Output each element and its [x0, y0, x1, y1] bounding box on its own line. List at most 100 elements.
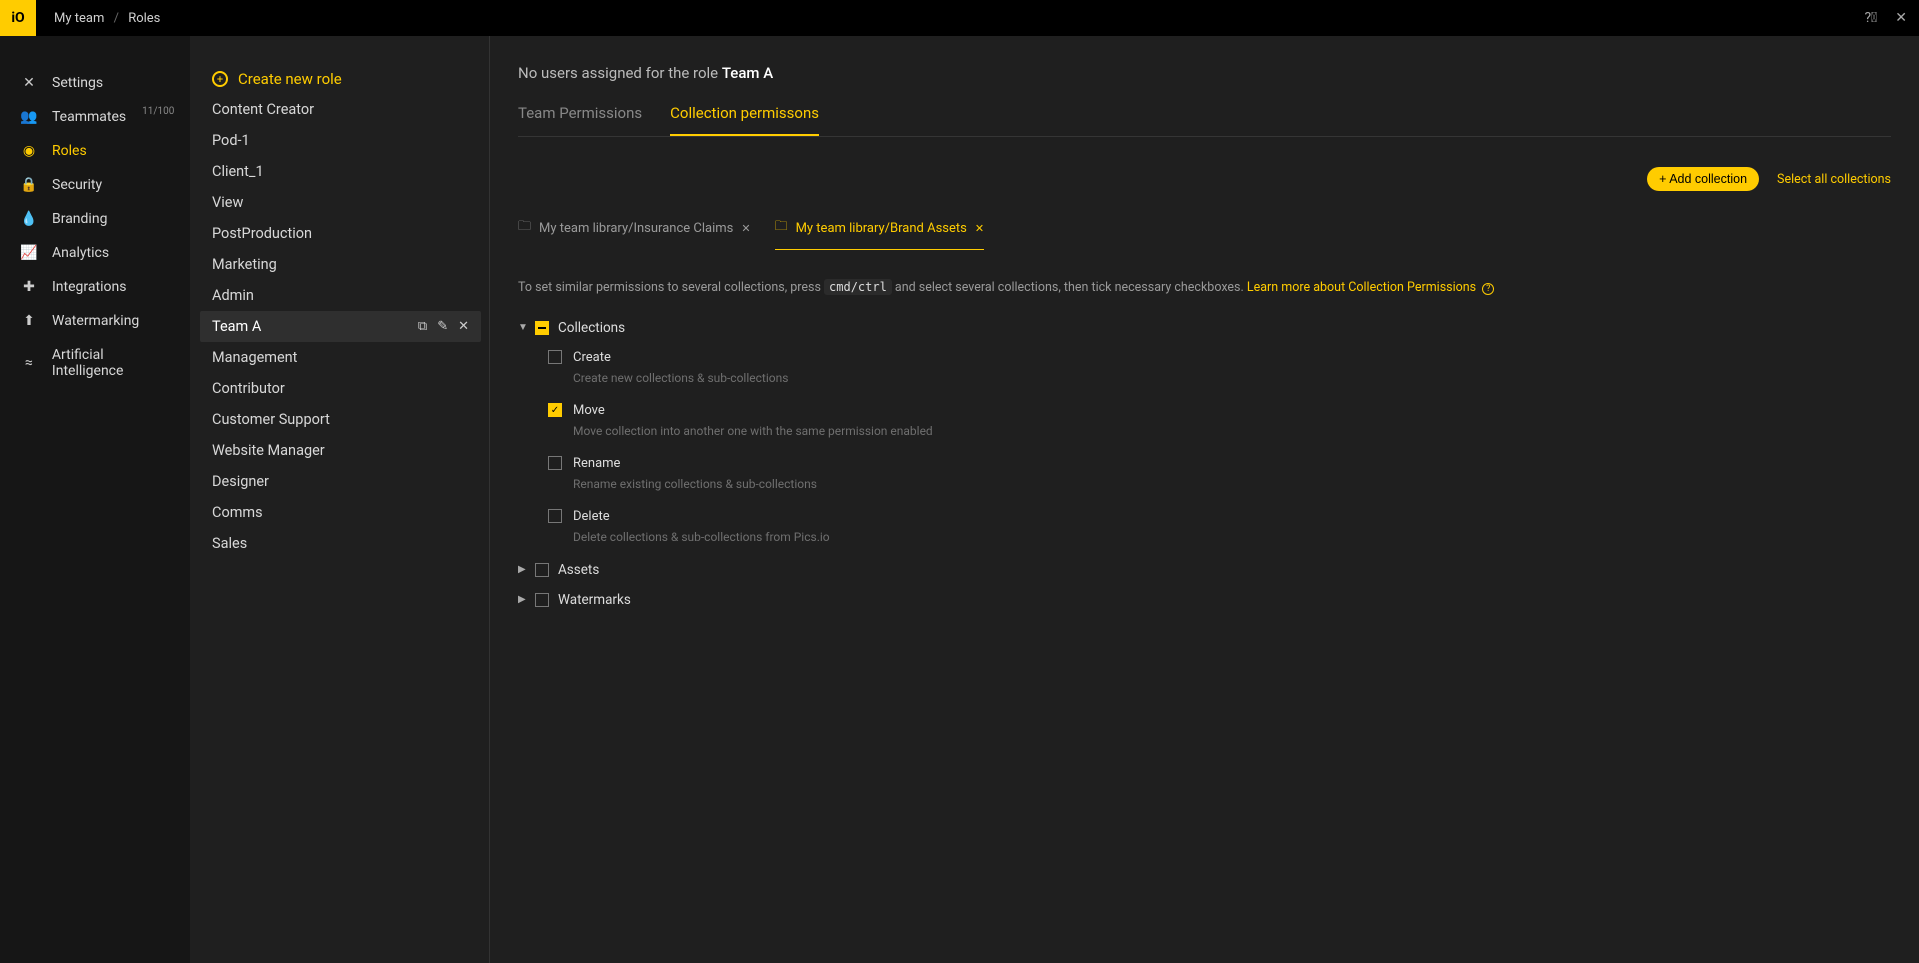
role-header-name: Team A [722, 64, 773, 82]
branding-icon: 💧 [20, 211, 38, 227]
perm-row[interactable]: Rename [548, 456, 1891, 471]
perm-description: Move collection into another one with th… [573, 424, 1891, 438]
sidebar-item-label: Integrations [52, 279, 126, 295]
perm-checkbox[interactable]: ✓ [548, 403, 562, 417]
sidebar-item-analytics[interactable]: 📈Analytics [0, 236, 190, 270]
role-item-label: Sales [212, 535, 247, 552]
role-item-view[interactable]: View [200, 187, 481, 218]
perm-label: Move [573, 403, 605, 418]
sidebar-item-watermarking[interactable]: ⬆ Watermarking [0, 304, 190, 338]
perm-row[interactable]: Create [548, 350, 1891, 365]
caret-down-icon: ▼ [518, 322, 526, 333]
chip-label: My team library/Brand Assets [796, 221, 967, 236]
role-item-label: Website Manager [212, 442, 325, 459]
info-icon: ? [1482, 283, 1494, 295]
perm-item-delete: Delete Delete collections & sub-collectio… [548, 509, 1891, 544]
sidebar-item-teammates[interactable]: 👥Teammates11/100 [0, 100, 190, 134]
perm-label: Create [573, 350, 611, 365]
collection-chip[interactable]: 🗀 My team library/Brand Assets ✕ [775, 213, 985, 250]
sidebar: ✕Settings👥Teammates11/100◉Roles🔒Security… [0, 36, 190, 963]
hint-link-text: Learn more about Collection Permissions [1247, 280, 1476, 295]
perm-checkbox[interactable] [548, 350, 562, 364]
collection-chip[interactable]: 🗀My team library/Insurance Claims✕ [518, 213, 751, 250]
role-item-content-creator[interactable]: Content Creator [200, 94, 481, 125]
roles-column: + Create new role Content Creator Pod-1Cl… [190, 36, 490, 963]
delete-icon[interactable]: ✕ [458, 319, 469, 334]
role-item-label: View [212, 194, 243, 211]
perm-section-watermarks: ▶Watermarks [518, 592, 1891, 608]
edit-icon[interactable]: ✎ [437, 319, 448, 334]
role-item-client-1[interactable]: Client_1 [200, 156, 481, 187]
add-collection-button[interactable]: + Add collection [1647, 167, 1759, 191]
role-item-sales[interactable]: Sales [200, 528, 481, 559]
section-header[interactable]: ▼Collections [518, 320, 1891, 336]
role-item-management[interactable]: Management [200, 342, 481, 373]
role-item-label: Admin [212, 287, 254, 304]
role-item-postproduction[interactable]: PostProduction [200, 218, 481, 249]
tab-collection-permissons[interactable]: Collection permissons [670, 104, 819, 136]
role-item-admin[interactable]: Admin [200, 280, 481, 311]
perm-item-move: ✓ Move Move collection into another one wi… [548, 403, 1891, 438]
role-item-pod-1[interactable]: Pod-1 [200, 125, 481, 156]
section-checkbox[interactable] [535, 563, 549, 577]
chip-remove-icon[interactable]: ✕ [741, 222, 750, 235]
close-icon[interactable]: ✕ [1895, 10, 1907, 26]
hint-code: cmd/ctrl [824, 279, 892, 295]
sidebar-item-integrations[interactable]: ✚ Integrations [0, 270, 190, 304]
collection-chips: 🗀My team library/Insurance Claims✕🗀My te… [518, 213, 1891, 250]
sidebar-item-roles[interactable]: ◉Roles [0, 134, 190, 168]
role-item-marketing[interactable]: Marketing [200, 249, 481, 280]
sidebar-item-settings[interactable]: ✕Settings [0, 66, 190, 100]
perm-label: Rename [573, 456, 620, 471]
section-header[interactable]: ▶Assets [518, 562, 1891, 578]
tab-team-permissions[interactable]: Team Permissions [518, 104, 642, 136]
folder-icon: 🗀 [518, 217, 531, 239]
sidebar-item-artificial-intelligence[interactable]: ≈Artificial Intelligence [0, 338, 190, 388]
watermarking-icon: ⬆ [20, 313, 38, 329]
perm-item-create: Create Create new collections & sub-colle… [548, 350, 1891, 385]
create-role-button[interactable]: + Create new role [200, 64, 481, 94]
sidebar-item-branding[interactable]: 💧 Branding [0, 202, 190, 236]
chip-remove-icon[interactable]: ✕ [975, 222, 984, 235]
role-item-label: Team A [212, 318, 261, 335]
sidebar-item-label: Roles [52, 143, 87, 159]
role-item-website-manager[interactable]: Website Manager [200, 435, 481, 466]
role-item-contributor[interactable]: Contributor [200, 373, 481, 404]
perm-description: Create new collections & sub-collections [573, 371, 1891, 385]
perm-section-collections: ▼Collections Create Create new collections… [518, 320, 1891, 544]
app-logo[interactable]: iO [0, 0, 36, 36]
section-header[interactable]: ▶Watermarks [518, 592, 1891, 608]
perm-row[interactable]: Delete [548, 509, 1891, 524]
sidebar-item-security[interactable]: 🔒Security [0, 168, 190, 202]
role-item-comms[interactable]: Comms [200, 497, 481, 528]
perm-section-assets: ▶Assets [518, 562, 1891, 578]
permissions-hint: To set similar permissions to several co… [518, 278, 1891, 298]
section-checkbox[interactable] [535, 593, 549, 607]
perm-checkbox[interactable] [548, 456, 562, 470]
perm-checkbox[interactable] [548, 509, 562, 523]
select-all-collections-link[interactable]: Select all collections [1777, 172, 1891, 187]
duplicate-icon[interactable]: ⧉ [418, 319, 427, 334]
settings-icon: ✕ [20, 75, 38, 91]
perm-row[interactable]: ✓ Move [548, 403, 1891, 418]
section-checkbox[interactable] [535, 321, 549, 335]
help-icon[interactable]: ?⃝ [1864, 10, 1877, 26]
integrations-icon: ✚ [20, 279, 38, 295]
perm-description: Delete collections & sub-collections fro… [573, 530, 1891, 544]
sidebar-item-label: Watermarking [52, 313, 139, 329]
breadcrumb-root[interactable]: My team [54, 11, 104, 26]
section-label: Assets [558, 562, 599, 578]
sidebar-item-label: Branding [52, 211, 107, 227]
role-item-team-a[interactable]: Team A ⧉ ✎ ✕ [200, 311, 481, 342]
role-item-designer[interactable]: Designer [200, 466, 481, 497]
role-item-customer-support[interactable]: Customer Support [200, 404, 481, 435]
folder-icon: 🗀 [775, 217, 788, 239]
sidebar-item-label: Teammates [52, 109, 126, 125]
create-role-label: Create new role [238, 70, 342, 88]
role-item-label: Management [212, 349, 297, 366]
security-icon: 🔒 [20, 177, 38, 193]
learn-more-link[interactable]: Learn more about Collection Permissions … [1247, 280, 1494, 295]
sidebar-item-label: Analytics [52, 245, 109, 261]
role-item-label: Content Creator [212, 101, 314, 118]
role-item-label: PostProduction [212, 225, 312, 242]
